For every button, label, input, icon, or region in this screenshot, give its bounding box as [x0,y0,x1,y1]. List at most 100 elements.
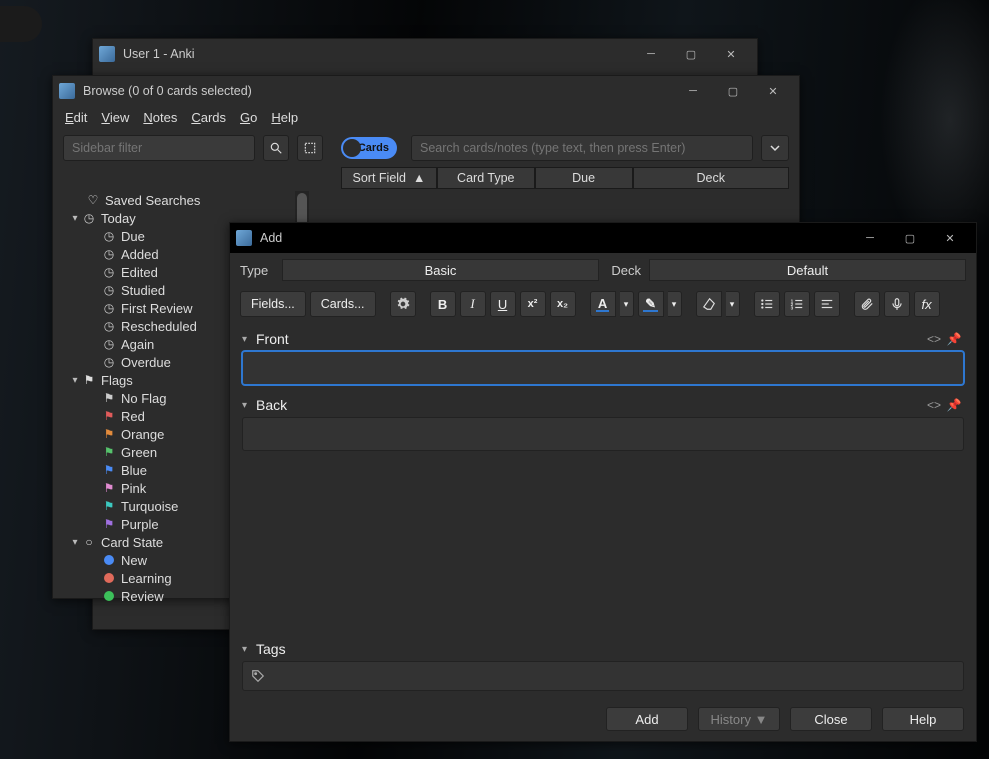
flag-icon: ⚑ [81,373,97,387]
fields-button[interactable]: Fields... [240,291,306,317]
close-button[interactable]: ✕ [753,77,793,105]
clock-icon: ◷ [101,283,117,297]
toggle-knob [343,139,361,157]
chevron-down-icon[interactable]: ▾ [242,400,256,411]
col-due[interactable]: Due [535,167,633,189]
dot-icon [101,591,117,601]
front-field[interactable] [242,351,964,385]
column-headers: Sort Field ▲ Card Type Due Deck [341,167,789,189]
col-card-type[interactable]: Card Type [437,167,535,189]
menu-go[interactable]: Go [240,110,257,125]
front-section: ▾ Front <> 📌 [230,323,976,389]
minimize-button[interactable]: ─ [631,40,671,68]
html-toggle-icon[interactable]: <> [924,398,944,412]
menu-view[interactable]: View [101,110,129,125]
menu-cards[interactable]: Cards [191,110,226,125]
add-button[interactable]: Add [606,707,688,731]
flag-icon: ⚑ [101,391,117,405]
tags-field[interactable] [242,661,964,691]
add-footer: Add History ▼ Close Help [606,707,964,731]
bold-button[interactable]: B [430,291,456,317]
type-deck-row: Type Basic Deck Default [230,253,976,287]
anki-main-titlebar[interactable]: User 1 - Anki ─ ▢ ✕ [93,39,757,69]
clock-icon: ◷ [101,229,117,243]
flag-icon: ⚑ [101,499,117,513]
cards-button[interactable]: Cards... [310,291,376,317]
minimize-button[interactable]: ─ [850,224,890,252]
highlight-button[interactable]: ✎ [638,291,664,317]
maximize-button[interactable]: ▢ [713,77,753,105]
search-dropdown-icon[interactable] [761,135,789,161]
clock-icon: ◷ [101,337,117,351]
close-button[interactable]: Close [790,707,872,731]
flag-icon: ⚑ [101,481,117,495]
col-deck[interactable]: Deck [633,167,789,189]
align-button[interactable] [814,291,840,317]
subscript-button[interactable]: x₂ [550,291,576,317]
sidebar-filter-input[interactable] [63,135,255,161]
search-icon[interactable] [263,135,289,161]
col-sort-field[interactable]: Sort Field ▲ [341,167,437,189]
clock-icon: ◷ [101,265,117,279]
deck-label: Deck [607,263,641,278]
superscript-button[interactable]: x² [520,291,546,317]
attachment-button[interactable] [854,291,880,317]
front-label: Front [256,331,289,347]
text-color-dropdown-icon[interactable]: ▾ [620,291,634,317]
anki-app-icon [236,230,252,246]
anki-main-title: User 1 - Anki [123,47,195,61]
anki-app-icon [99,46,115,62]
browse-menubar: Edit View Notes Cards Go Help [53,106,799,131]
italic-button[interactable]: I [460,291,486,317]
help-button[interactable]: Help [882,707,964,731]
flag-icon: ⚑ [101,427,117,441]
heart-icon: ♡ [85,193,101,207]
gear-icon[interactable] [390,291,416,317]
deck-button[interactable]: Default [649,259,966,281]
chevron-down-icon: ▾ [69,375,81,386]
back-field[interactable] [242,417,964,451]
underline-button[interactable]: U [490,291,516,317]
browse-titlebar[interactable]: Browse (0 of 0 cards selected) ─ ▢ ✕ [53,76,799,106]
add-window: Add ─ ▢ ✕ Type Basic Deck Default Fields… [229,222,977,742]
flag-icon: ⚑ [101,409,117,423]
tags-section: ▾ Tags [230,633,976,695]
pin-icon[interactable]: 📌 [944,398,964,412]
html-toggle-icon[interactable]: <> [924,332,944,346]
menu-help[interactable]: Help [271,110,298,125]
flag-icon: ⚑ [101,463,117,477]
microphone-button[interactable] [884,291,910,317]
menu-notes[interactable]: Notes [143,110,177,125]
cards-notes-toggle[interactable]: Cards [341,137,397,159]
flag-icon: ⚑ [101,517,117,531]
note-type-button[interactable]: Basic [282,259,599,281]
add-title: Add [260,231,282,245]
bullet-list-button[interactable] [754,291,780,317]
menu-edit[interactable]: Edit [65,110,87,125]
chevron-down-icon[interactable]: ▾ [242,644,256,655]
close-button[interactable]: ✕ [711,40,751,68]
minimize-button[interactable]: ─ [673,77,713,105]
highlight-dropdown-icon[interactable]: ▾ [668,291,682,317]
pin-icon[interactable]: 📌 [944,332,964,346]
chevron-down-icon[interactable]: ▾ [242,334,256,345]
tag-icon [251,669,265,683]
add-titlebar[interactable]: Add ─ ▢ ✕ [230,223,976,253]
fx-button[interactable]: fx [914,291,940,317]
clock-icon: ◷ [101,319,117,333]
eraser-button[interactable] [696,291,722,317]
numbered-list-button[interactable]: 123 [784,291,810,317]
anki-app-icon [59,83,75,99]
type-label: Type [240,263,274,278]
text-color-button[interactable]: A [590,291,616,317]
sidebar-item-saved-searches[interactable]: ♡Saved Searches [59,191,307,209]
history-button[interactable]: History ▼ [698,707,780,731]
maximize-button[interactable]: ▢ [890,224,930,252]
search-input[interactable] [411,135,753,161]
select-mode-icon[interactable] [297,135,323,161]
close-button[interactable]: ✕ [930,224,970,252]
eraser-dropdown-icon[interactable]: ▾ [726,291,740,317]
svg-text:3: 3 [790,305,793,310]
clock-icon: ◷ [101,247,117,261]
maximize-button[interactable]: ▢ [671,40,711,68]
